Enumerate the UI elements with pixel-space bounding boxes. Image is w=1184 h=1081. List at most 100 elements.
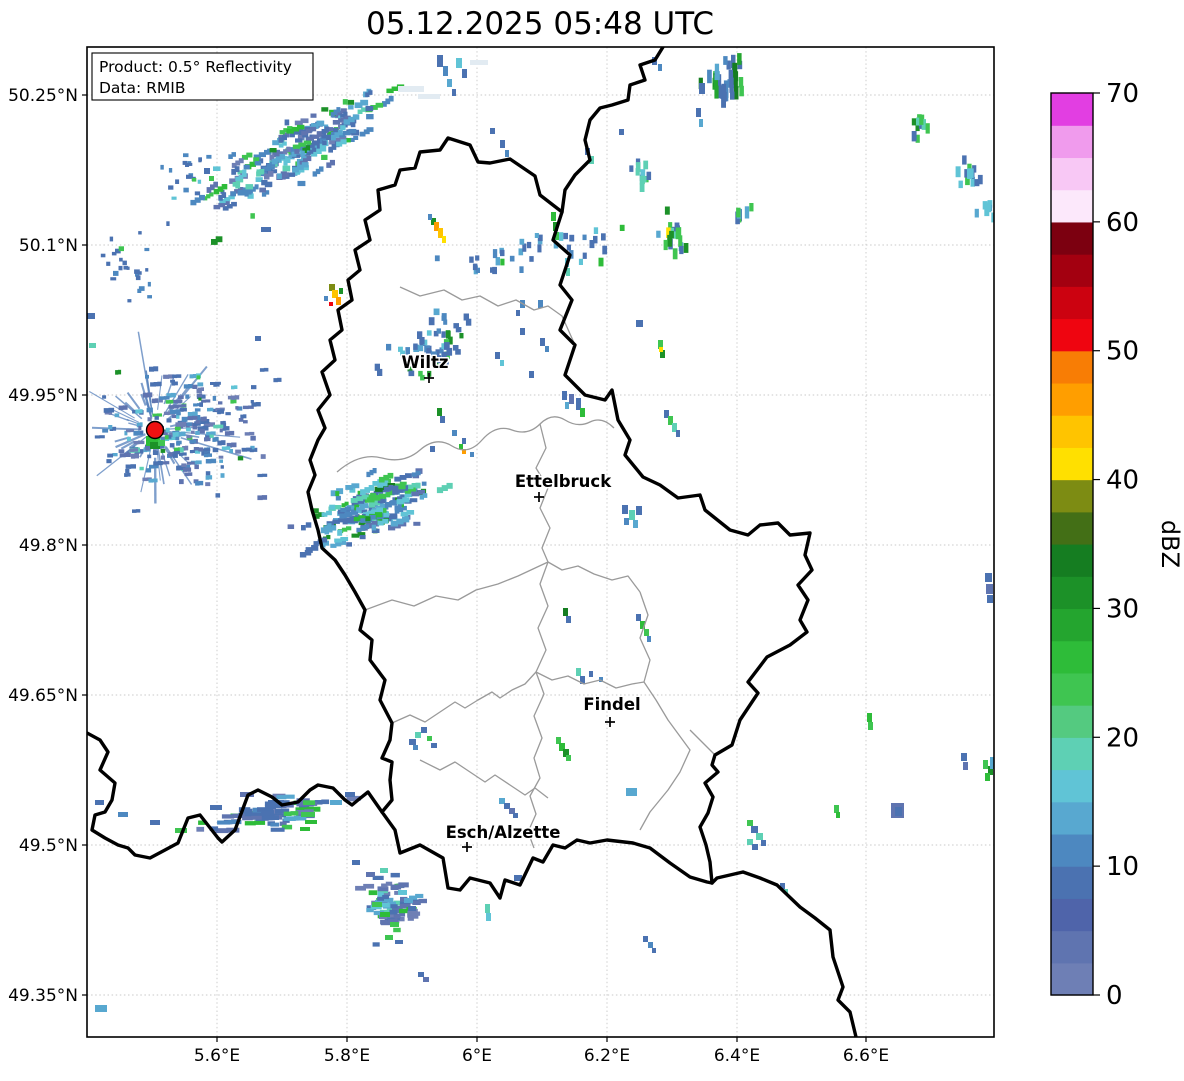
echo-pixel (297, 180, 306, 187)
echo-cell (261, 227, 271, 232)
echo-cell (95, 800, 104, 805)
echo-pixel (230, 395, 236, 400)
echo-pixel (319, 166, 324, 172)
echo-cell (204, 168, 210, 174)
echo-pixel (191, 200, 195, 205)
echo-pixel (279, 153, 286, 160)
echo-pixel (135, 509, 141, 513)
echo-cell (485, 904, 490, 913)
echo-pixel (192, 439, 197, 444)
echo-pixel (393, 927, 401, 933)
echo-pixel (537, 244, 542, 253)
echo-pixel (962, 155, 967, 165)
echo-pixel (180, 421, 187, 427)
echo-cell (644, 629, 649, 636)
echo-pixel (242, 173, 247, 178)
echo-pixel (346, 526, 352, 531)
echo-cell (150, 820, 160, 825)
echo-pixel (667, 234, 673, 247)
echo-pixel (331, 525, 337, 531)
echo-pixel (103, 408, 110, 413)
echo-pixel (187, 461, 192, 465)
echo-pixel (663, 239, 668, 251)
lon-tick-label: 6.2°E (584, 1046, 630, 1066)
echo-pixel (238, 418, 244, 422)
echo-pixel (911, 131, 917, 142)
echo-cell (462, 69, 467, 78)
echo-pixel (160, 448, 166, 453)
lat-tick-label: 50.25°N (8, 86, 78, 106)
echo-pixel (277, 173, 282, 179)
echo-cell (423, 977, 429, 982)
echo-pixel (193, 403, 198, 407)
colorbar-segment (1051, 318, 1093, 352)
echo-pixel (234, 395, 240, 400)
echo-pixel (251, 385, 257, 390)
echo-pixel (196, 375, 201, 380)
echo-pixel (107, 453, 113, 458)
echo-pixel (186, 427, 191, 432)
echo-pixel (118, 246, 124, 252)
echo-pixel (176, 399, 183, 403)
echo-pixel (287, 524, 295, 529)
echo-pixel (344, 506, 351, 511)
echo-cell (867, 713, 872, 722)
echo-cell (345, 792, 355, 797)
echo-cell (437, 408, 442, 416)
echo-pixel (177, 404, 183, 408)
echo-cell (756, 833, 763, 840)
echo-pixel (306, 155, 312, 162)
echo-cell (437, 55, 443, 67)
echo-pixel (958, 180, 963, 189)
colorbar-tick-label: 0 (1106, 981, 1123, 1011)
echo-pixel (382, 518, 389, 524)
echo-cell (563, 608, 568, 616)
echo-pixel (192, 425, 198, 430)
echo-pixel (526, 241, 532, 249)
echo-pixel (337, 529, 343, 536)
echo-pixel (169, 443, 175, 448)
echo-cell (255, 336, 261, 341)
echo-pixel (138, 440, 145, 445)
echo-pixel (749, 203, 754, 212)
echo-pixel (196, 826, 205, 832)
echo-cell (305, 820, 317, 824)
echo-pixel (305, 522, 312, 528)
echo-cell (408, 906, 416, 911)
echo-cell (545, 346, 549, 352)
echo-pixel (601, 233, 606, 241)
echo-pixel (329, 504, 336, 510)
city-label: Findel (583, 695, 640, 714)
echo-cell (659, 347, 663, 352)
echo-pixel (220, 409, 225, 414)
echo-cell (418, 972, 424, 977)
colorbar-tick-label: 40 (1106, 466, 1139, 496)
echo-pixel (707, 69, 712, 84)
echo-pixel (123, 265, 129, 270)
echo-pixel (321, 799, 330, 805)
echo-pixel (207, 453, 212, 457)
echo-cell (413, 745, 418, 750)
echo-cell (398, 86, 424, 92)
echo-pixel (402, 497, 410, 503)
echo-pixel (124, 473, 128, 477)
echo-pixel (372, 468, 377, 474)
echo-pixel (305, 145, 311, 151)
echo-cell (495, 352, 500, 359)
echo-pixel (270, 827, 285, 832)
echo-pixel (260, 454, 266, 459)
echo-cell (440, 416, 445, 423)
echo-pixel (434, 255, 440, 262)
echo-pixel (189, 440, 193, 444)
echo-pixel (94, 435, 101, 439)
echo-pixel (243, 414, 247, 419)
echo-pixel (181, 404, 187, 408)
colorbar-segment (1051, 930, 1093, 964)
echo-pixel (967, 168, 972, 179)
echo-pixel (119, 257, 123, 262)
echo-pixel (200, 387, 204, 391)
echo-pixel (176, 374, 182, 378)
echo-pixel (300, 118, 309, 124)
echo-pixel (582, 234, 587, 241)
echo-pixel (500, 249, 505, 257)
